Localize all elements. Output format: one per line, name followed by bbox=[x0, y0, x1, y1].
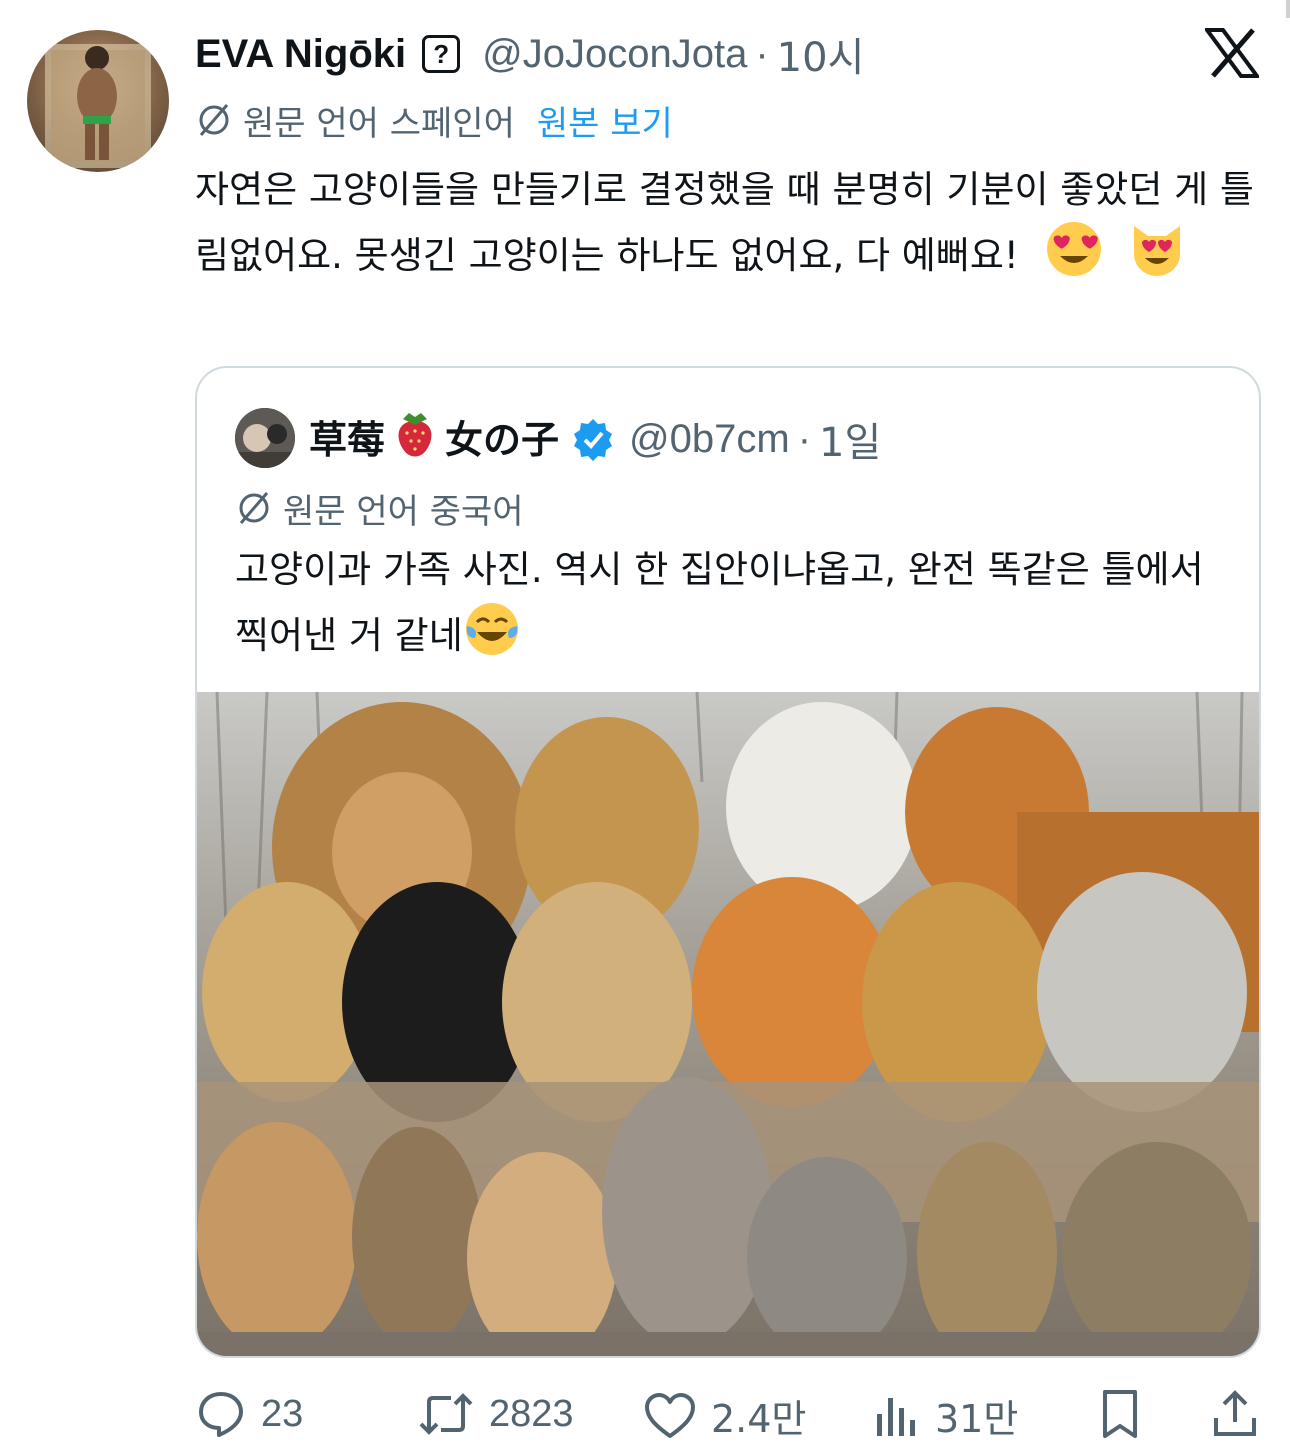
quoted-translation-row: 원문 언어 중국어 bbox=[235, 486, 524, 532]
quoted-tweet-time[interactable]: 1일 bbox=[819, 410, 881, 468]
quoted-author-handle[interactable]: @0b7cm bbox=[629, 417, 790, 462]
share-icon bbox=[1214, 1390, 1256, 1436]
translation-row: 원문 언어 스페인어 원본 보기 bbox=[195, 96, 673, 145]
quoted-author-avatar[interactable] bbox=[235, 408, 295, 468]
white-tiger bbox=[726, 702, 918, 912]
strawberry-icon bbox=[391, 409, 439, 470]
quoted-author-name-part2: 女の子 bbox=[445, 417, 560, 462]
smiling-face-with-heart-eyes-icon bbox=[1045, 220, 1103, 296]
author-avatar[interactable] bbox=[27, 30, 169, 172]
verified-badge-icon bbox=[574, 419, 613, 461]
pallas-cat bbox=[747, 1157, 907, 1356]
translate-icon bbox=[239, 492, 269, 524]
share-button[interactable] bbox=[1210, 1388, 1274, 1440]
reply-button[interactable]: 23 bbox=[195, 1388, 303, 1440]
quoted-author-name[interactable]: 草莓 女の子 bbox=[309, 409, 559, 470]
tweet-text-block: 자연은 고양이들을 만들기로 결정했을 때 분명히 기분이 좋았던 게 틀림없어… bbox=[195, 160, 1270, 296]
unknown-emoji-badge: ? bbox=[422, 35, 461, 73]
clouded-leopard bbox=[1062, 1142, 1252, 1356]
x-logo-icon bbox=[1205, 28, 1259, 78]
smiling-cat-with-heart-eyes-icon bbox=[1128, 220, 1186, 296]
like-button[interactable]: 2.4만 bbox=[643, 1388, 806, 1443]
author-handle[interactable]: @JoJoconJota bbox=[482, 32, 747, 77]
retweet-count: 2823 bbox=[489, 1392, 574, 1435]
heart-icon bbox=[645, 1392, 695, 1438]
bookmark-icon bbox=[1103, 1390, 1137, 1438]
views-button[interactable]: 31만 bbox=[871, 1388, 1018, 1443]
quoted-translation-note: 원문 언어 중국어 bbox=[283, 491, 524, 532]
scrollbar[interactable] bbox=[1286, 0, 1290, 18]
tweet-action-bar: 23 2823 2.4만 31만 bbox=[195, 1380, 1265, 1448]
quoted-text-block: 고양이과 가족 사진. 역시 한 집안이냐옵고, 완전 똑같은 틀에서 찍어낸 … bbox=[235, 540, 1235, 676]
quoted-tweet-card[interactable]: 草莓 女の子 @0b7cm · 1일 원문 언어 중국어 고양이과 가족 사진. … bbox=[195, 366, 1261, 1358]
quoted-tweet-header: 草莓 女の子 @0b7cm · 1일 bbox=[309, 408, 881, 470]
bookmark-button[interactable] bbox=[1095, 1388, 1159, 1440]
view-original-link[interactable]: 원본 보기 bbox=[537, 96, 673, 145]
views-count: 31만 bbox=[935, 1397, 1019, 1441]
tweet-time[interactable]: 10시 bbox=[777, 25, 865, 83]
snow-leopard bbox=[1037, 872, 1247, 1112]
separator-dot: · bbox=[755, 31, 769, 76]
separator-dot: · bbox=[797, 416, 812, 461]
translation-note: 원문 언어 스페인어 bbox=[243, 103, 515, 144]
reply-icon bbox=[199, 1392, 243, 1437]
translate-icon bbox=[199, 104, 229, 136]
reply-count: 23 bbox=[261, 1392, 304, 1435]
retweet-button[interactable]: 2823 bbox=[417, 1388, 574, 1440]
views-icon bbox=[877, 1397, 915, 1436]
tweet-header: EVA Nigōki ? @JoJoconJota · 10시 bbox=[195, 26, 864, 82]
quoted-author-name-part1: 草莓 bbox=[309, 417, 386, 462]
caracal bbox=[197, 1122, 357, 1352]
retweet-icon bbox=[419, 1393, 473, 1435]
author-display-name[interactable]: EVA Nigōki bbox=[195, 32, 406, 77]
face-with-tears-of-joy-icon bbox=[463, 600, 521, 676]
ocelot bbox=[917, 1142, 1057, 1356]
sand-cat bbox=[467, 1152, 617, 1356]
bengal-tiger bbox=[692, 877, 892, 1107]
lynx bbox=[602, 1077, 772, 1347]
big-cats-family-photo[interactable] bbox=[197, 692, 1259, 1356]
like-count: 2.4만 bbox=[711, 1397, 807, 1441]
quoted-tweet-text: 고양이과 가족 사진. 역시 한 집안이냐옵고, 완전 똑같은 틀에서 찍어낸 … bbox=[235, 548, 1204, 657]
wildcat bbox=[352, 1127, 482, 1347]
